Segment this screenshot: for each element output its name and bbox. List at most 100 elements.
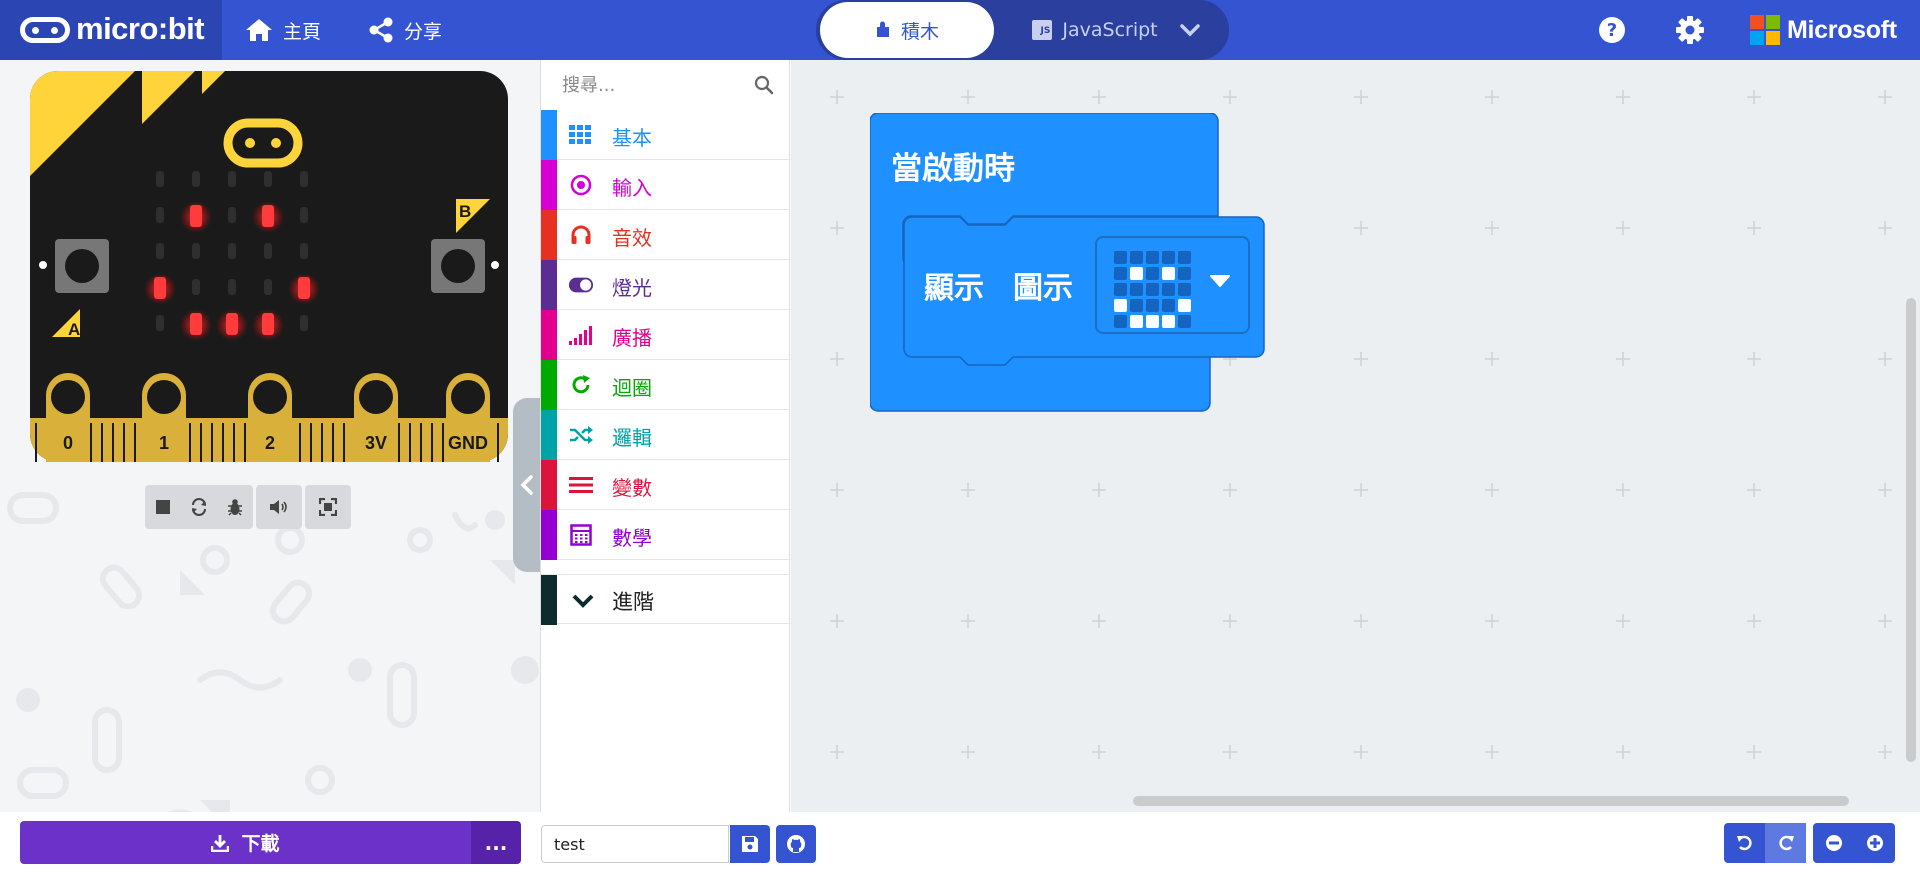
icon-led-off xyxy=(1114,283,1127,296)
simulator-controls xyxy=(145,485,354,529)
search-icon[interactable] xyxy=(754,75,774,95)
debug-button[interactable] xyxy=(217,485,253,529)
pin-label: 1 xyxy=(159,433,169,453)
pin-1[interactable]: 1 xyxy=(142,373,186,462)
icon-led-off xyxy=(1146,283,1159,296)
toolbox-category-5[interactable]: 迴圈 xyxy=(541,360,791,410)
mute-button[interactable] xyxy=(256,485,302,529)
chevron-down-icon xyxy=(1180,24,1200,37)
microbit-logo[interactable]: micro:bit xyxy=(0,0,222,60)
share-button[interactable]: 分享 xyxy=(368,0,442,60)
led-off xyxy=(228,279,236,295)
icon-led-off xyxy=(1114,315,1127,328)
fullscreen-icon xyxy=(319,498,337,516)
download-more-button[interactable]: ... xyxy=(471,821,521,864)
download-button[interactable]: 下載 xyxy=(20,821,471,864)
pin-3[interactable]: 3V xyxy=(354,373,398,462)
icon-led-off xyxy=(1162,299,1175,312)
pin-2[interactable]: 2 xyxy=(248,373,292,462)
collapse-simulator-handle[interactable] xyxy=(513,398,540,572)
microbit-board[interactable]: A B 0 1 2 3V GND xyxy=(30,71,508,462)
zoom-out-button[interactable] xyxy=(1813,823,1854,863)
category-color-bar xyxy=(541,210,557,260)
toolbox-category-0[interactable]: 基本 xyxy=(541,110,791,160)
help-button[interactable]: ? xyxy=(1598,16,1626,48)
pin-4[interactable]: GND xyxy=(446,373,490,462)
icon-led-off xyxy=(1178,267,1191,280)
toolbox-category-3[interactable]: 燈光 xyxy=(541,260,791,310)
icon-picker-field[interactable] xyxy=(1095,236,1250,334)
puzzle-icon xyxy=(876,21,889,37)
icon-led-off xyxy=(1146,267,1159,280)
category-label: 音效 xyxy=(612,226,652,250)
toolbox-advanced[interactable]: 進階 xyxy=(541,574,791,625)
led-off xyxy=(300,171,308,187)
icon-led-off xyxy=(1114,251,1127,264)
settings-button[interactable] xyxy=(1676,16,1704,48)
download-icon xyxy=(211,834,230,852)
led-off xyxy=(264,171,272,187)
search-input[interactable] xyxy=(562,74,752,96)
category-label: 廣播 xyxy=(612,326,652,350)
microsoft-text: Microsoft xyxy=(1787,15,1897,44)
pin-0[interactable]: 0 xyxy=(46,373,90,462)
led-on xyxy=(190,205,202,227)
save-button[interactable] xyxy=(730,825,770,863)
undo-button[interactable] xyxy=(1724,823,1765,863)
variables-icon xyxy=(568,473,594,497)
redo-button[interactable] xyxy=(1765,823,1806,863)
top-header: micro:bit 主頁 分享 積木 JS JavaScript ? Micro… xyxy=(0,0,1920,60)
home-button[interactable]: 主頁 xyxy=(245,0,321,60)
restart-button[interactable] xyxy=(181,485,217,529)
editor-dropdown[interactable] xyxy=(1178,18,1202,46)
blocks-workspace[interactable]: 當啟動時 顯示 圖示 xyxy=(791,60,1920,812)
icon-led-off xyxy=(1162,283,1175,296)
project-name-input[interactable] xyxy=(541,825,729,863)
toolbox-category-2[interactable]: 音效 xyxy=(541,210,791,260)
led-off xyxy=(264,279,272,295)
undo-redo-group xyxy=(1724,823,1806,863)
svg-text:?: ? xyxy=(1607,20,1617,41)
icon-led-on xyxy=(1146,315,1159,328)
category-color-bar xyxy=(541,360,557,410)
headphones-icon xyxy=(568,223,594,247)
category-label: 基本 xyxy=(612,126,652,150)
tab-javascript[interactable]: JS JavaScript xyxy=(1015,2,1175,58)
on-start-label: 當啟動時 xyxy=(891,151,1015,187)
icon-led-off xyxy=(1162,251,1175,264)
microsoft-logo[interactable]: Microsoft xyxy=(1750,15,1897,45)
pin-label: GND xyxy=(448,433,488,453)
led-off xyxy=(228,207,236,223)
home-label: 主頁 xyxy=(283,20,322,43)
input-icon xyxy=(568,173,594,197)
icon-led-on xyxy=(1114,299,1127,312)
led-off xyxy=(300,243,308,259)
led-off xyxy=(192,243,200,259)
stop-button[interactable] xyxy=(145,485,181,529)
tab-blocks[interactable]: 積木 xyxy=(820,2,994,58)
category-label: 迴圈 xyxy=(612,376,652,400)
zoom-in-button[interactable] xyxy=(1854,823,1895,863)
vertical-scrollbar[interactable] xyxy=(1906,298,1916,762)
toolbox-category-4[interactable]: 廣播 xyxy=(541,310,791,360)
pin-label: 2 xyxy=(265,433,275,453)
category-label: 數學 xyxy=(612,526,652,550)
fullscreen-button[interactable] xyxy=(305,485,351,529)
led-off xyxy=(156,243,164,259)
toolbox-category-1[interactable]: 輸入 xyxy=(541,160,791,210)
chevron-down-icon xyxy=(572,594,594,608)
toolbox-category-8[interactable]: 數學 xyxy=(541,510,791,560)
microsoft-squares-icon xyxy=(1750,15,1780,45)
icon-led-on xyxy=(1178,299,1191,312)
zoom-in-icon xyxy=(1866,835,1883,851)
github-button[interactable] xyxy=(776,825,816,863)
simulator-panel: A B 0 1 2 3V GND xyxy=(0,60,540,812)
toolbox-category-6[interactable]: 邏輯 xyxy=(541,410,791,460)
toolbox-category-7[interactable]: 變數 xyxy=(541,460,791,510)
advanced-label: 進階 xyxy=(612,590,654,614)
category-color-bar xyxy=(541,510,557,560)
category-label: 輸入 xyxy=(612,176,652,200)
js-icon: JS xyxy=(1032,20,1053,40)
icon-led-off xyxy=(1130,299,1143,312)
horizontal-scrollbar[interactable] xyxy=(1133,796,1849,806)
